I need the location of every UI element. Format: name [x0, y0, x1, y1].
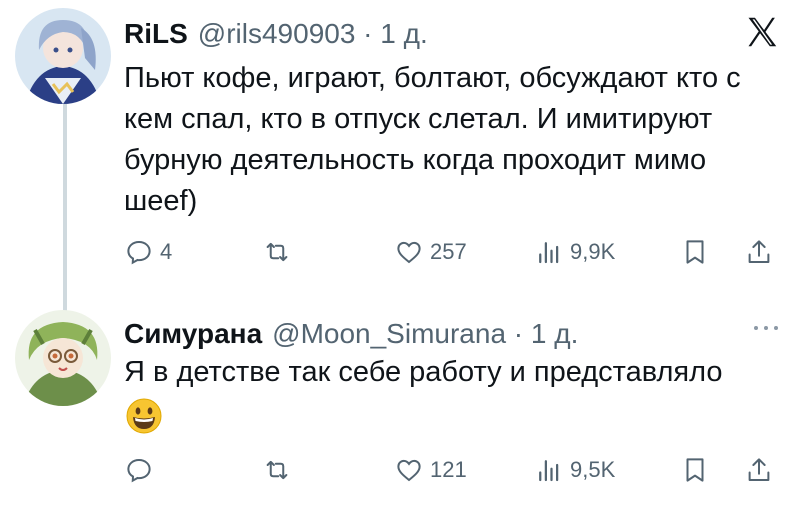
handle-and-time[interactable]: @rils490903 · 1 д. [198, 18, 428, 50]
like-button[interactable]: 257 [394, 232, 467, 272]
like-count: 257 [430, 239, 467, 264]
tweet-header: RiLS @rils490903 · 1 д. [124, 18, 428, 50]
bookmark-button[interactable] [680, 232, 710, 272]
display-name[interactable]: Симурана [124, 318, 262, 350]
bookmark-icon [686, 240, 704, 264]
reply-icon [127, 458, 151, 483]
display-name[interactable]: RiLS [124, 18, 188, 50]
views-count: 9,9K [570, 239, 616, 264]
x-logo-icon [748, 17, 777, 47]
tweet-actions: 4 257 9,9K [124, 232, 784, 272]
avatar[interactable] [15, 8, 111, 104]
reply-button[interactable] [124, 450, 160, 490]
handle-and-time[interactable]: @Moon_Simurana · 1 д. [272, 318, 578, 350]
avatar[interactable] [15, 310, 111, 406]
views-button[interactable]: 9,5K [534, 450, 615, 490]
like-button[interactable]: 121 [394, 450, 467, 490]
views-icon [539, 242, 559, 264]
retweet-button[interactable] [262, 232, 298, 272]
reply-count: 4 [160, 239, 173, 264]
tweet-text: Пьют кофе, играют, болтают, обсуждают кт… [124, 62, 741, 217]
views-icon [539, 460, 559, 482]
tweet-header: Симурана @Moon_Simurana · 1 д. [124, 318, 578, 350]
like-icon [397, 459, 421, 482]
like-count: 121 [430, 457, 467, 482]
more-icon[interactable] [748, 318, 784, 338]
bookmark-icon [686, 458, 704, 482]
reply-button[interactable]: 4 [124, 232, 172, 272]
retweet-icon [266, 460, 288, 480]
bookmark-button[interactable] [680, 450, 710, 490]
share-button[interactable] [744, 232, 774, 272]
tweet-text: Я в детстве так себе работу и представля… [124, 356, 723, 388]
grinning-face-emoji [126, 398, 162, 434]
share-icon [748, 240, 770, 263]
retweet-icon [266, 242, 288, 262]
views-button[interactable]: 9,9K [534, 232, 615, 272]
share-icon [748, 458, 770, 481]
views-count: 9,5K [570, 457, 616, 482]
reply-icon [127, 240, 151, 265]
tweet[interactable]: RiLS @rils490903 · 1 д. Пьют кофе, играю… [0, 0, 800, 300]
like-icon [397, 241, 421, 264]
tweet[interactable]: Симурана @Moon_Simurana · 1 д. Я в детст… [0, 300, 800, 508]
tweet-actions: 121 9,5K [124, 450, 784, 490]
share-button[interactable] [744, 450, 774, 490]
retweet-button[interactable] [262, 450, 298, 490]
